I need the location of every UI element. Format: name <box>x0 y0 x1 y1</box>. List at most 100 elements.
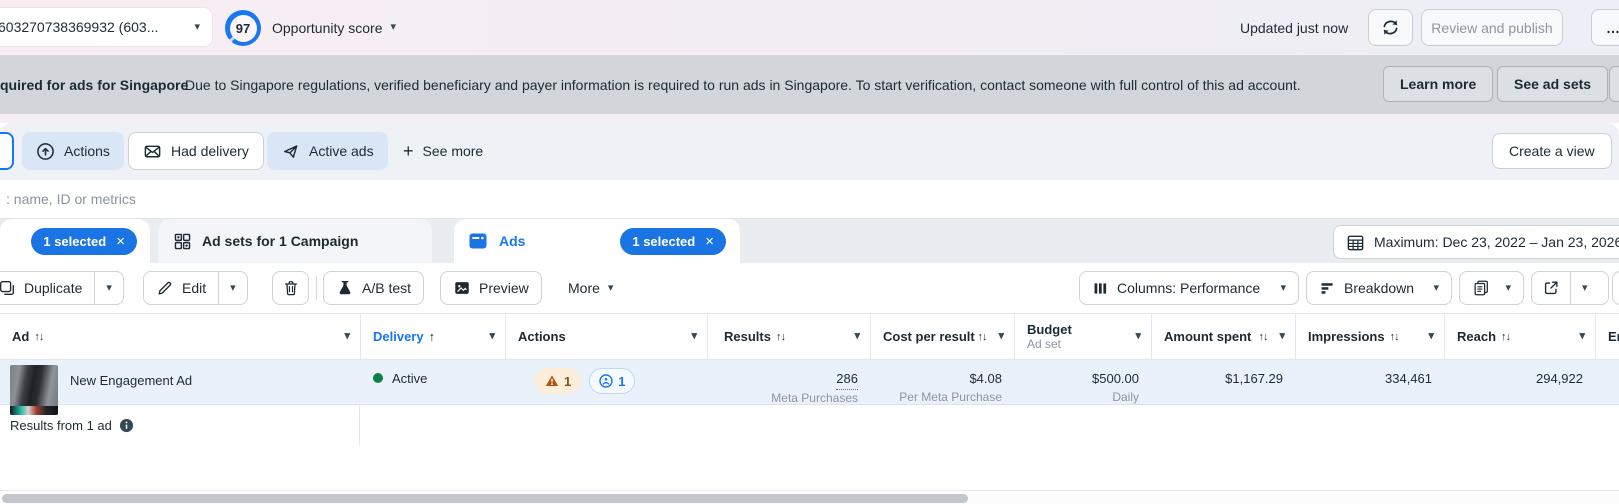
sort-icon[interactable]: ↑↓ <box>977 331 987 343</box>
opportunity-score-dropdown[interactable]: Opportunity score ▾ <box>272 0 396 55</box>
cost-per-result-cell: $4.08 Per Meta Purchase <box>899 371 1002 404</box>
column-header-impressions[interactable]: Impressions ↑↓ ▾ <box>1295 314 1444 359</box>
results-value[interactable]: 286 <box>836 370 858 390</box>
ads-selected-badge[interactable]: 1 selected × <box>620 227 726 255</box>
chevron-down-icon[interactable]: ▾ <box>992 331 1004 342</box>
edit-dropdown[interactable]: ▾ <box>218 272 247 304</box>
filter-bar: Actions Had delivery Active ads + See mo… <box>0 123 1619 180</box>
banner-title: quired for ads for Singapore <box>0 76 189 93</box>
ab-test-button[interactable]: A/B test <box>323 271 425 305</box>
column-header-reach[interactable]: Reach ↑↓ ▾ <box>1444 314 1595 359</box>
delete-button[interactable] <box>272 271 309 305</box>
refresh-button[interactable] <box>1368 9 1413 46</box>
reports-dropdown[interactable]: ▾ <box>1459 271 1524 305</box>
recommendation-badge[interactable]: 1 <box>589 368 636 394</box>
tab-campaigns-partial[interactable]: 1 selected × <box>0 219 150 263</box>
chevron-down-icon: ▾ <box>390 21 397 33</box>
info-icon[interactable] <box>119 418 134 433</box>
sort-icon[interactable]: ↑↓ <box>776 331 786 343</box>
export-dropdown[interactable]: ▾ <box>1570 272 1599 304</box>
account-dropdown[interactable]: 603270738369932 (603... ▾ <box>0 8 212 46</box>
scrollbar-thumb[interactable] <box>2 494 968 503</box>
filter-chip-had-delivery[interactable]: Had delivery <box>128 132 264 170</box>
export-button[interactable]: ▾ <box>1531 271 1609 305</box>
duplicate-dropdown[interactable]: ▾ <box>94 272 123 304</box>
filter-chip-active-ads[interactable]: Active ads <box>267 132 388 170</box>
column-header-actions[interactable]: Actions ▾ <box>505 314 707 359</box>
close-icon[interactable]: × <box>705 234 714 249</box>
sort-icon[interactable]: ↑↓ <box>34 331 44 343</box>
sort-icon[interactable]: ↑↓ <box>1258 331 1268 343</box>
close-icon[interactable]: × <box>116 234 125 249</box>
see-more-filters[interactable]: + See more <box>403 132 483 170</box>
delivery-status: Active <box>360 360 505 415</box>
chevron-down-icon[interactable]: ▾ <box>685 331 697 342</box>
chevron-down-icon: ▾ <box>607 281 614 294</box>
review-and-publish-button[interactable]: Review and publish <box>1421 9 1563 46</box>
duplicate-button[interactable]: Duplicate ▾ <box>0 271 124 305</box>
column-header-cost-per-result[interactable]: Cost per result ↑↓ ▾ <box>870 314 1014 359</box>
learn-more-button[interactable]: Learn more <box>1383 66 1494 102</box>
ad-thumbnail <box>10 365 58 415</box>
reports-icon <box>1474 280 1488 296</box>
columns-dropdown[interactable]: Columns: Performance ▾ <box>1079 271 1299 305</box>
ad-name[interactable]: New Engagement Ad <box>70 373 192 388</box>
partial-toolbar-button[interactable] <box>1612 271 1619 305</box>
chevron-down-icon[interactable]: ▾ <box>1129 331 1141 342</box>
partial-filter-chip[interactable] <box>0 132 14 170</box>
column-header-ends[interactable]: Ends <box>1595 314 1619 359</box>
column-header-amount-spent[interactable]: Amount spent ↑↓ ▾ <box>1151 314 1295 359</box>
chevron-down-icon[interactable]: ▾ <box>848 331 860 342</box>
column-header-delivery[interactable]: Delivery ↑ ▾ <box>360 314 505 359</box>
column-header-budget[interactable]: Budget Ad set ▾ <box>1014 314 1151 359</box>
breakdown-icon <box>1321 282 1333 294</box>
column-header-ad[interactable]: Ad ↑↓ ▾ <box>0 314 360 359</box>
account-id: 603270738369932 (603... <box>0 19 159 35</box>
horizontal-scrollbar[interactable] <box>0 490 1619 504</box>
results-cell: 286 Meta Purchases <box>771 370 858 405</box>
sort-icon[interactable]: ↑↓ <box>1390 331 1400 343</box>
tab-ads[interactable]: Ads 1 selected × <box>454 219 740 263</box>
chevron-down-icon[interactable]: ▾ <box>1422 331 1434 342</box>
table-row[interactable]: New Engagement Ad Active 1 1 286 Meta Pu… <box>0 360 1619 415</box>
sort-icon[interactable]: ↑↓ <box>1501 331 1511 343</box>
create-a-view-button[interactable]: Create a view <box>1492 133 1612 169</box>
page-background-strip <box>0 114 1619 123</box>
warning-triangle-icon <box>545 375 559 386</box>
warning-badge[interactable]: 1 <box>535 368 582 394</box>
chevron-down-icon[interactable]: ▾ <box>338 331 350 342</box>
budget-cell: $500.00 Daily <box>1092 371 1139 404</box>
ends-cell <box>1595 360 1619 415</box>
level-tabs: 1 selected × Ad sets for 1 Campaign Ads <box>0 219 1619 263</box>
reach-cell: 294,922 <box>1536 371 1583 386</box>
opportunity-score-label: Opportunity score <box>272 19 383 36</box>
more-menu[interactable]: More ▾ <box>560 271 621 305</box>
filter-chip-actions[interactable]: Actions <box>22 132 124 170</box>
ellipsis-icon: … <box>1606 20 1619 36</box>
search-row <box>0 180 1619 219</box>
sort-up-icon[interactable]: ↑ <box>429 329 435 344</box>
see-ad-sets-button[interactable]: See ad sets <box>1497 66 1609 102</box>
chevron-down-icon[interactable]: ▾ <box>483 331 495 342</box>
edit-button[interactable]: Edit ▾ <box>143 271 248 305</box>
campaigns-selected-badge[interactable]: 1 selected × <box>31 227 137 255</box>
chevron-down-icon: ▾ <box>106 281 112 294</box>
date-range-picker[interactable]: Maximum: Dec 23, 2022 – Jan 23, 2026 <box>1333 225 1619 259</box>
chevron-down-icon[interactable]: ▾ <box>1573 331 1585 342</box>
chevron-down-icon[interactable]: ▾ <box>1273 331 1285 342</box>
person-circle-icon <box>599 374 613 388</box>
column-header-results[interactable]: Results ↑↓ ▾ <box>707 314 870 359</box>
search-input[interactable] <box>0 191 420 207</box>
preview-button[interactable]: Preview <box>440 271 542 305</box>
partial-banner-button[interactable] <box>1609 66 1619 102</box>
active-status-dot <box>373 373 383 383</box>
updated-status: Updated just now <box>1240 19 1349 36</box>
breakdown-dropdown[interactable]: Breakdown ▾ <box>1306 271 1452 305</box>
refresh-icon <box>1383 20 1398 35</box>
plus-icon: + <box>403 141 414 161</box>
banner-message: Due to Singapore regulations, verified b… <box>185 76 1301 93</box>
pencil-icon <box>158 281 172 295</box>
tab-ad-sets[interactable]: Ad sets for 1 Campaign <box>158 219 432 263</box>
more-options-button[interactable]: … <box>1591 9 1619 46</box>
table-empty-area <box>0 445 1619 490</box>
